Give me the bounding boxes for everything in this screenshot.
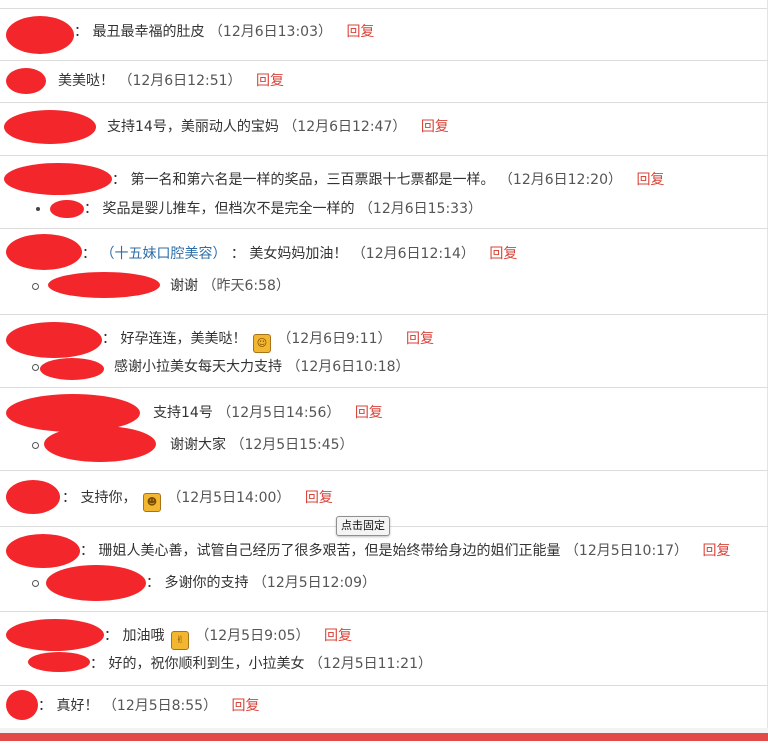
redacted-username xyxy=(44,426,156,462)
reply-link[interactable]: 回复 xyxy=(305,490,333,506)
reply-link[interactable]: 回复 xyxy=(702,543,730,559)
comment-item: 支持14号，美丽动人的宝妈 （12月6日12:47） 回复 xyxy=(107,117,449,137)
bullet-circle xyxy=(32,580,39,587)
cheer-emoji: ✌ xyxy=(170,631,189,650)
sub-reply: 感谢小拉美女每天大力支持 （12月6日10:18） xyxy=(114,357,410,377)
reply-link[interactable]: 回复 xyxy=(256,73,284,89)
subreply-time: （12月6日10:18） xyxy=(286,359,410,375)
bullet-circle xyxy=(32,442,39,449)
bullet-circle xyxy=(32,364,39,371)
row-divider xyxy=(0,155,768,156)
bottom-accent-bar xyxy=(0,733,768,741)
sub-reply: 谢谢 （昨天6:58） xyxy=(170,276,290,296)
sub-reply: ： 奖品是婴儿推车，但档次不是完全一样的 （12月6日15:33） xyxy=(84,201,482,217)
redacted-username xyxy=(6,16,74,54)
grin-emoji: ☻ xyxy=(142,493,161,512)
row-divider xyxy=(0,60,768,61)
bullet-dot xyxy=(36,207,40,211)
comment-text: 最丑最幸福的肚皮 xyxy=(92,24,205,40)
comment-time: （12月5日14:56） xyxy=(217,405,341,421)
comment-text: 好孕连连，美美哒！ xyxy=(120,331,247,347)
row-divider xyxy=(0,102,768,103)
comment-time: （12月6日13:03） xyxy=(208,24,332,40)
subreply-time: （12月5日11:21） xyxy=(308,656,432,672)
subreply-text: 奖品是婴儿推车，但档次不是完全一样的 xyxy=(102,201,355,217)
reply-link[interactable]: 回复 xyxy=(232,698,260,714)
comment-text: 第一名和第六名是一样的奖品，三百票跟十七票都是一样。 xyxy=(130,172,495,188)
redacted-username xyxy=(6,480,60,514)
sub-reply: ： 好的，祝你顺利到生，小拉美女 （12月5日11:21） xyxy=(90,656,432,672)
redacted-username xyxy=(4,110,96,144)
comment-item: ： 珊姐人美心善，试管自己经历了很多艰苦，但是始终带给身边的姐们正能量 （12月… xyxy=(80,543,731,559)
comment-time: （12月6日12:20） xyxy=(498,172,622,188)
redacted-username xyxy=(6,690,38,720)
redacted-username xyxy=(4,163,112,195)
user-tag-link[interactable]: （十五妹口腔美容） xyxy=(100,246,226,262)
comment-time: （12月5日9:05） xyxy=(195,628,310,644)
comment-text: 珊姐人美心善，试管自己经历了很多艰苦，但是始终带给身边的姐们正能量 xyxy=(98,543,561,559)
subreply-text: 谢谢大家 xyxy=(170,437,226,453)
comment-text: 支持14号，美丽动人的宝妈 xyxy=(107,119,279,135)
redacted-username xyxy=(6,619,104,651)
subreply-text: 多谢你的支持 xyxy=(164,575,249,591)
subreply-time: （12月5日15:45） xyxy=(230,437,354,453)
subreply-time: （12月5日12:09） xyxy=(252,575,376,591)
smile-emoji: ☺ xyxy=(252,334,271,353)
comment-item: 美美哒！ （12月6日12:51） 回复 xyxy=(58,71,284,91)
reply-link[interactable]: 回复 xyxy=(355,405,383,421)
row-divider xyxy=(0,387,768,388)
sub-reply: 谢谢大家 （12月5日15:45） xyxy=(170,435,354,455)
comment-time: （12月6日12:51） xyxy=(118,73,242,89)
row-divider xyxy=(0,611,768,612)
reply-link[interactable]: 回复 xyxy=(489,246,517,262)
comment-time: （12月5日8:55） xyxy=(102,698,218,714)
comment-text: 美美哒！ xyxy=(58,73,114,89)
comment-item: ： 支持你， ☻ （12月5日14:00） 回复 xyxy=(62,488,333,512)
comment-text: 真好！ xyxy=(56,698,99,714)
reply-link[interactable]: 回复 xyxy=(346,24,374,40)
top-edge xyxy=(0,0,768,9)
comment-item: ： 第一名和第六名是一样的奖品，三百票跟十七票都是一样。 （12月6日12:20… xyxy=(112,172,665,188)
redacted-username xyxy=(6,322,102,358)
comment-item: ： 好孕连连，美美哒！ ☺ （12月6日9:11） 回复 xyxy=(102,329,434,353)
comment-time: （12月5日10:17） xyxy=(564,543,688,559)
bullet-circle xyxy=(32,283,39,290)
comment-item: ： 加油哦 ✌ （12月5日9:05） 回复 xyxy=(104,626,352,650)
comment-text: 美女妈妈加油！ xyxy=(249,246,348,262)
redacted-username xyxy=(40,358,104,380)
comment-item: ： 真好！ （12月5日8:55） 回复 xyxy=(38,698,260,714)
subreply-time: （昨天6:58） xyxy=(202,278,290,294)
comment-time: （12月6日12:47） xyxy=(283,119,407,135)
comment-item: ： 最丑最幸福的肚皮 （12月6日13:03） 回复 xyxy=(74,24,375,40)
row-divider xyxy=(0,685,768,686)
row-divider xyxy=(0,228,768,229)
subreply-text: 好的，祝你顺利到生，小拉美女 xyxy=(108,656,305,672)
pin-tooltip[interactable]: 点击固定 xyxy=(336,516,390,536)
sub-reply: ： 多谢你的支持 （12月5日12:09） xyxy=(146,575,376,591)
reply-link[interactable]: 回复 xyxy=(406,331,434,347)
subreply-text: 谢谢 xyxy=(170,278,198,294)
redacted-username xyxy=(50,200,84,218)
row-divider xyxy=(0,314,768,315)
comment-text: 加油哦 xyxy=(122,628,165,644)
comment-text: 支持14号 xyxy=(153,405,213,421)
redacted-username xyxy=(28,652,90,672)
redacted-username xyxy=(46,565,146,601)
redacted-username xyxy=(48,272,160,298)
comment-item: 支持14号 （12月5日14:56） 回复 xyxy=(153,403,383,423)
subreply-text: 感谢小拉美女每天大力支持 xyxy=(114,359,282,375)
redacted-username xyxy=(6,534,80,568)
reply-link[interactable]: 回复 xyxy=(324,628,352,644)
reply-link[interactable]: 回复 xyxy=(636,172,664,188)
comment-time: （12月6日9:11） xyxy=(277,331,392,347)
comment-text: 支持你， xyxy=(80,490,137,506)
comment-item: ： （十五妹口腔美容） ： 美女妈妈加油！ （12月6日12:14） 回复 xyxy=(82,246,518,262)
row-divider xyxy=(0,470,768,471)
subreply-time: （12月6日15:33） xyxy=(358,201,482,217)
redacted-username xyxy=(6,68,46,94)
comment-time: （12月6日12:14） xyxy=(351,246,475,262)
reply-link[interactable]: 回复 xyxy=(421,119,449,135)
redacted-username xyxy=(6,234,82,270)
comment-time: （12月5日14:00） xyxy=(167,490,291,506)
